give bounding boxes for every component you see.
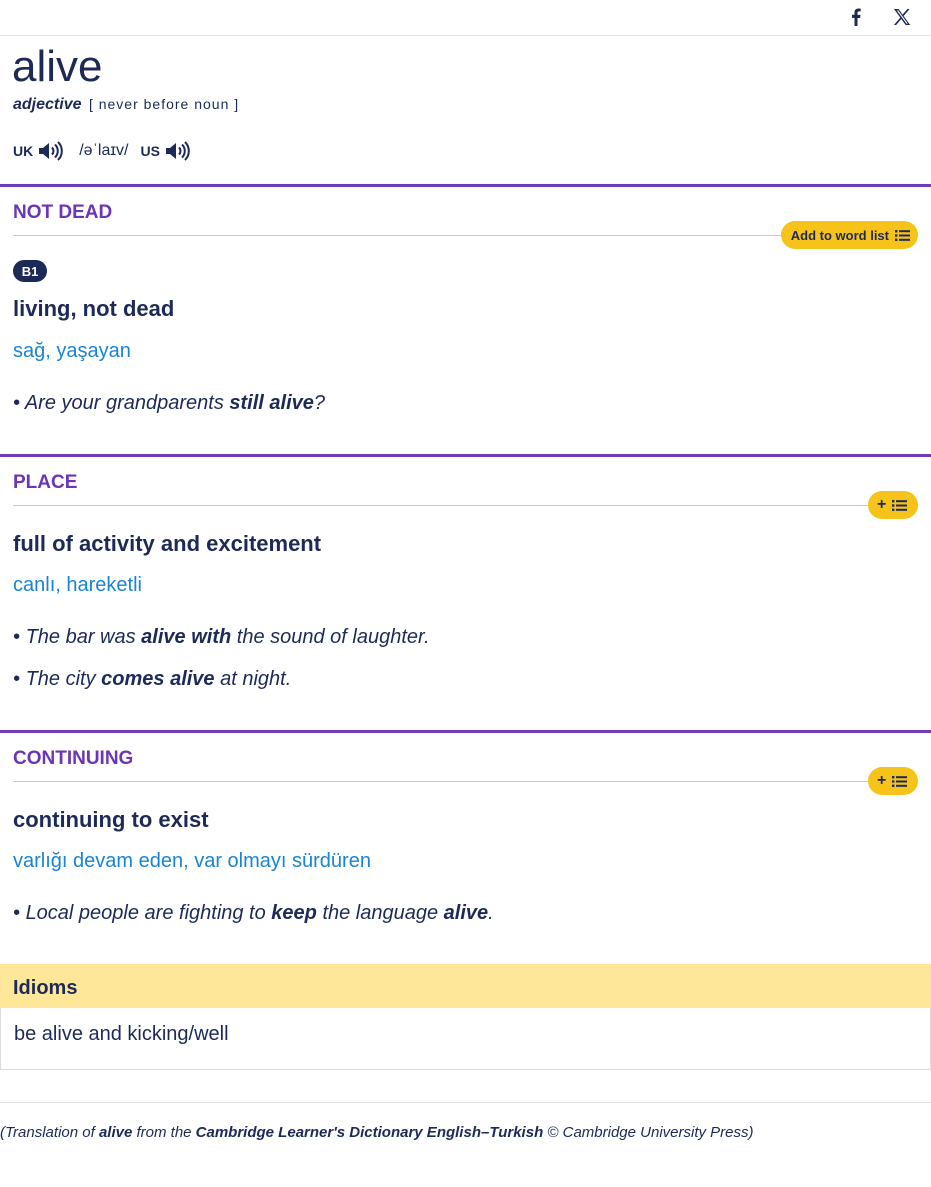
ipa: /əˈlaɪv/ bbox=[79, 142, 129, 159]
uk-speaker-icon[interactable] bbox=[37, 139, 63, 163]
pronunciation: UK /əˈlaɪv/ US bbox=[13, 139, 190, 163]
idioms-list: be alive and kicking/well bbox=[0, 1008, 931, 1070]
translation: varlığı devam eden, var olmayı sürdüren bbox=[13, 850, 371, 872]
facebook-icon[interactable] bbox=[845, 6, 867, 28]
part-of-speech: adjective bbox=[13, 96, 82, 113]
sense-block-not-dead: NOT DEAD Add to word list B1 living, not… bbox=[0, 184, 931, 457]
add-to-word-list-label: Add to word list bbox=[790, 227, 889, 243]
uk-label: UK bbox=[13, 143, 34, 159]
example-sentence: • The city comes alive at night. bbox=[13, 668, 292, 690]
definition: full of activity and excitement bbox=[13, 531, 322, 556]
example-sentence: • Local people are fighting to keep the … bbox=[13, 902, 494, 924]
list-icon bbox=[892, 775, 908, 787]
plus-icon: + bbox=[877, 772, 887, 789]
definition: living, not dead bbox=[13, 296, 175, 321]
list-icon bbox=[892, 499, 908, 511]
guideword: CONTINUING bbox=[13, 748, 134, 769]
example-sentence: • Are your grandparents still alive? bbox=[13, 392, 326, 414]
add-to-word-list-button[interactable]: + bbox=[868, 767, 918, 795]
add-to-word-list-button[interactable]: + bbox=[868, 491, 918, 519]
example-sentence: • The bar was alive with the sound of la… bbox=[13, 626, 430, 648]
translation: sağ, yaşayan bbox=[13, 340, 131, 362]
definition: continuing to exist bbox=[13, 807, 209, 832]
translation: canlı, hareketli bbox=[13, 574, 142, 596]
plus-icon: + bbox=[877, 496, 887, 513]
x-icon[interactable] bbox=[891, 6, 913, 28]
guideword-divider bbox=[13, 505, 918, 506]
list-icon bbox=[895, 229, 910, 241]
sense-block-place: PLACE + full of activity and excitement … bbox=[0, 454, 931, 733]
guideword: NOT DEAD bbox=[13, 202, 113, 223]
level-badge: B1 bbox=[13, 260, 47, 282]
add-to-word-list-button[interactable]: Add to word list bbox=[780, 221, 918, 249]
translation-credit: (Translation of alive from the Cambridge… bbox=[0, 1124, 754, 1141]
idiom-link[interactable]: be alive and kicking/well bbox=[14, 1023, 229, 1046]
us-speaker-icon[interactable] bbox=[164, 139, 190, 163]
sense-block-continuing: CONTINUING + continuing to exist varlığı… bbox=[0, 730, 931, 967]
share-bar bbox=[0, 0, 931, 36]
headword: alive bbox=[12, 42, 103, 91]
us-label: US bbox=[140, 143, 160, 159]
grammar-code: [ never before noun ] bbox=[88, 96, 240, 112]
idioms-heading: Idioms bbox=[0, 964, 931, 1008]
footer-divider bbox=[0, 1102, 931, 1103]
pos-line: adjective [ never before noun ] bbox=[13, 96, 239, 114]
guideword: PLACE bbox=[13, 472, 78, 493]
guideword-divider bbox=[13, 781, 918, 782]
